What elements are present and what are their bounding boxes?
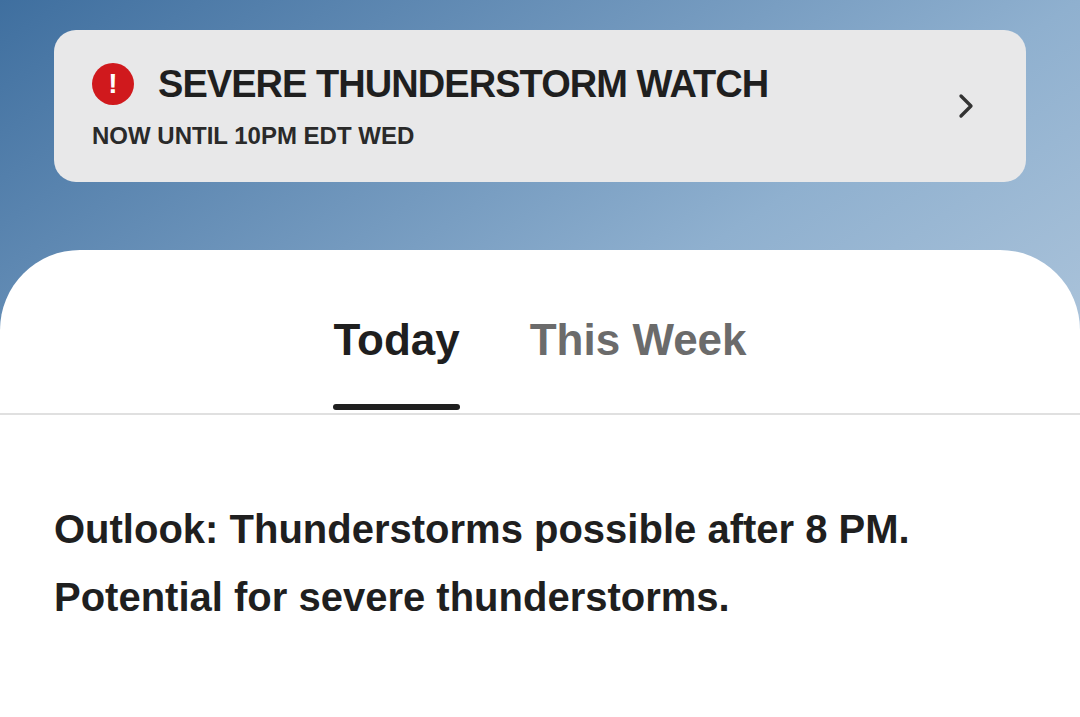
tab-underline (333, 404, 459, 410)
tab[interactable]: This Week (530, 250, 747, 413)
alert-subtitle: NOW UNTIL 10PM EDT WED (92, 120, 922, 152)
alert-title: SEVERE THUNDERSTORM WATCH (158, 60, 768, 108)
tab[interactable]: Today (333, 250, 459, 413)
weather-screen: ! SEVERE THUNDERSTORM WATCH NOW UNTIL 10PM… (0, 0, 1080, 717)
tab-bar: Today This Week (0, 250, 1080, 415)
outlook-text: Outlook: Thunderstorms possible after 8 … (54, 495, 1026, 631)
alert-banner[interactable]: ! SEVERE THUNDERSTORM WATCH NOW UNTIL 10PM… (54, 30, 1026, 182)
warning-icon: ! (92, 63, 134, 105)
forecast-panel: Today This Week Outlook: Thunderstorms pos… (0, 250, 1080, 717)
chevron-right-icon (946, 86, 986, 126)
